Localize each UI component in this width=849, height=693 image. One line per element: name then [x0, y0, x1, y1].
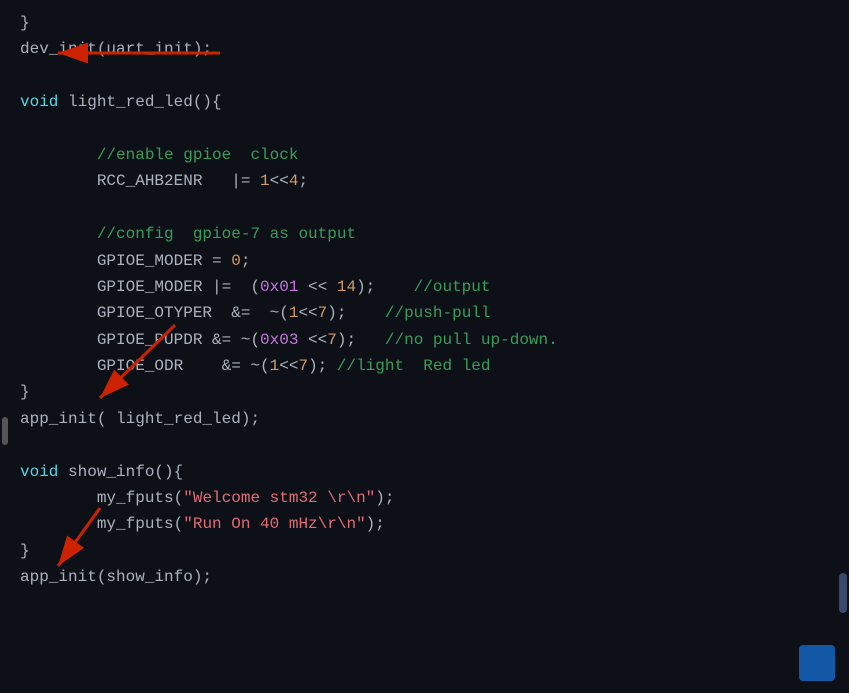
code-token: light_red_led(){ [58, 93, 221, 111]
code-token: //enable gpioe clock [20, 146, 298, 164]
code-token: void [20, 463, 58, 481]
code-token: << [298, 278, 336, 296]
code-token: 14 [337, 278, 356, 296]
code-line: GPIOE_PUPDR &= ~(0x03 <<7); //no pull up… [20, 327, 829, 353]
code-line: my_fputs("Run On 40 mHz\r\n"); [20, 511, 829, 537]
code-token: << [298, 304, 317, 322]
code-line: GPIOE_MODER = 0; [20, 248, 829, 274]
code-line: GPIOE_ODR &= ~(1<<7); //light Red led [20, 353, 829, 379]
code-token: 0x03 [260, 331, 298, 349]
code-line: app_init(show_info); [20, 564, 829, 590]
code-line: } [20, 10, 829, 36]
code-line: my_fputs("Welcome stm32 \r\n"); [20, 485, 829, 511]
code-token: ); [366, 515, 385, 533]
bottom-right-icon [799, 645, 835, 681]
code-token: 7 [298, 357, 308, 375]
code-token: //no pull up-down. [385, 331, 558, 349]
code-token: } [20, 14, 30, 32]
code-token: ); [356, 278, 414, 296]
code-line: void show_info(){ [20, 459, 829, 485]
code-token: ; [241, 252, 251, 270]
code-token: "Welcome stm32 \r\n" [183, 489, 375, 507]
code-token: //push-pull [385, 304, 491, 322]
code-line: GPIOE_MODER |= (0x01 << 14); //output [20, 274, 829, 300]
code-token: //config gpioe-7 as output [20, 225, 356, 243]
code-token: "Run On 40 mHz\r\n" [183, 515, 365, 533]
code-line: dev_init(uart_init); [20, 36, 829, 62]
scrollbar[interactable] [839, 573, 847, 613]
code-line: RCC_AHB2ENR |= 1<<4; [20, 168, 829, 194]
code-line [20, 195, 829, 221]
code-token: 1 [270, 357, 280, 375]
code-token: app_init( light_red_led); [20, 410, 260, 428]
code-token: << [298, 331, 327, 349]
code-token: 1 [260, 172, 270, 190]
left-scrollbar-indicator [2, 417, 8, 445]
code-line: } [20, 538, 829, 564]
code-token: RCC_AHB2ENR |= [20, 172, 260, 190]
code-token: my_fputs( [20, 489, 183, 507]
code-token: 7 [327, 331, 337, 349]
code-token: GPIOE_OTYPER &= ~( [20, 304, 289, 322]
code-token: GPIOE_MODER = [20, 252, 231, 270]
code-token: << [279, 357, 298, 375]
code-token: ); [327, 304, 385, 322]
code-token: GPIOE_ODR &= ~( [20, 357, 270, 375]
code-token: ); [337, 331, 385, 349]
code-token: app_init(show_info); [20, 568, 212, 586]
code-token: 0 [231, 252, 241, 270]
code-token: show_info(){ [58, 463, 183, 481]
code-token: dev_init(uart_init); [20, 40, 212, 58]
code-line: app_init( light_red_led); [20, 406, 829, 432]
code-token: 1 [289, 304, 299, 322]
code-token: //output [414, 278, 491, 296]
code-token: << [270, 172, 289, 190]
code-token: GPIOE_MODER |= ( [20, 278, 260, 296]
code-line: //enable gpioe clock [20, 142, 829, 168]
code-line [20, 116, 829, 142]
code-token: 0x01 [260, 278, 298, 296]
code-token: void [20, 93, 58, 111]
code-line: } [20, 379, 829, 405]
code-token: ; [298, 172, 308, 190]
code-line [20, 63, 829, 89]
code-token: } [20, 383, 30, 401]
code-token: ); [308, 357, 337, 375]
code-line: void light_red_led(){ [20, 89, 829, 115]
code-editor: } dev_init(uart_init); void light_red_le… [0, 0, 849, 693]
code-content: } dev_init(uart_init); void light_red_le… [20, 10, 829, 591]
code-line: //config gpioe-7 as output [20, 221, 829, 247]
code-token: my_fputs( [20, 515, 183, 533]
code-token: GPIOE_PUPDR &= ~( [20, 331, 260, 349]
code-line [20, 432, 829, 458]
code-token: ); [375, 489, 394, 507]
code-token: } [20, 542, 30, 560]
code-token: //light Red led [337, 357, 491, 375]
code-token: 7 [318, 304, 328, 322]
code-line: GPIOE_OTYPER &= ~(1<<7); //push-pull [20, 300, 829, 326]
